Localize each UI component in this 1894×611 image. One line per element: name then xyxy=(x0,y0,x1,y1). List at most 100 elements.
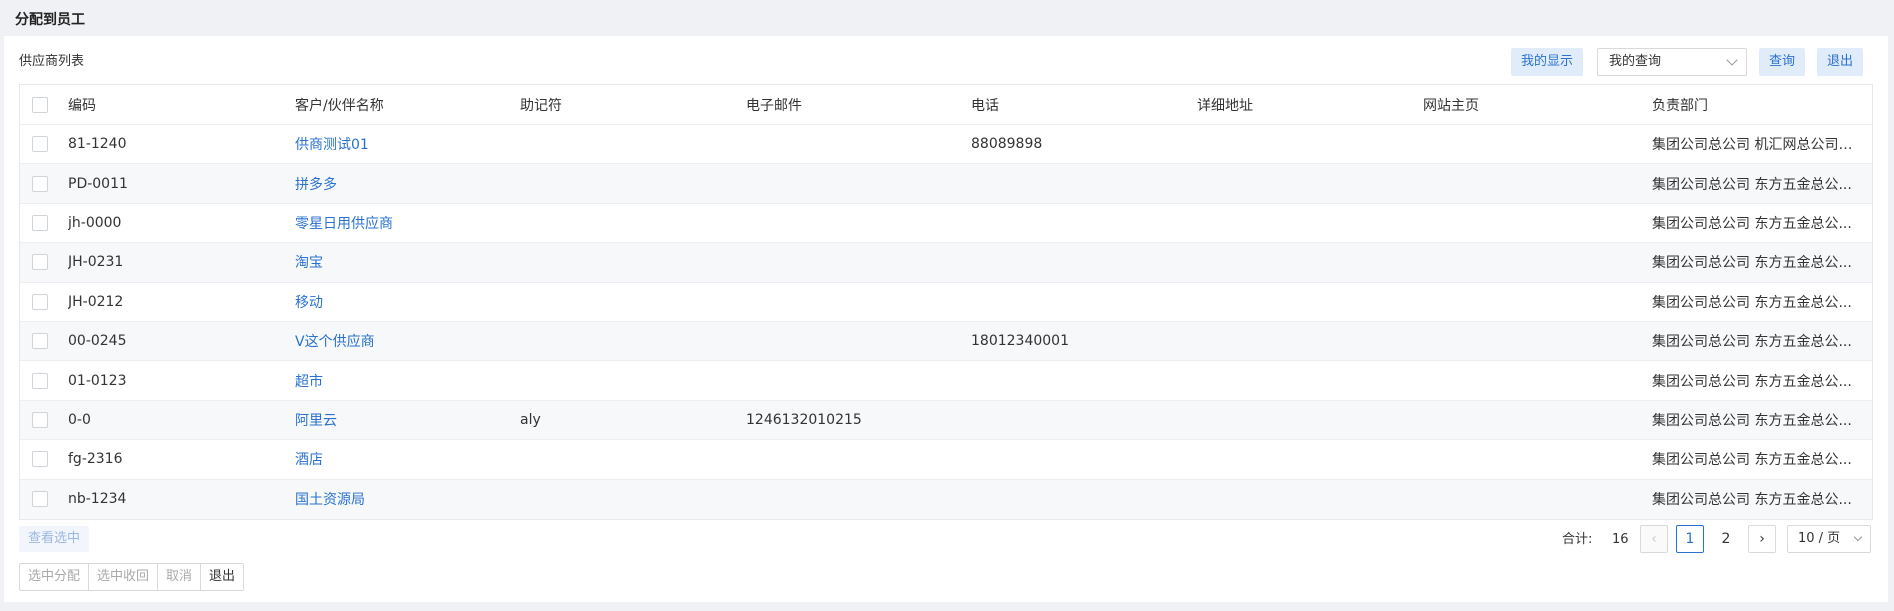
page-size-select[interactable]: 10 / 页 xyxy=(1787,525,1871,553)
cell-department: 集团公司总公司 东方五金总公... xyxy=(1652,440,1854,478)
cell-phone xyxy=(971,283,1181,321)
cell-department: 集团公司总公司 东方五金总公... xyxy=(1652,243,1854,281)
cell-mnemonic xyxy=(520,440,730,478)
page-1[interactable]: 1 xyxy=(1676,525,1704,553)
row-checkbox[interactable] xyxy=(32,136,48,153)
cell-department: 集团公司总公司 东方五金总公... xyxy=(1652,164,1854,202)
department-text: 集团公司总公司 机汇网总公司 ... xyxy=(1652,137,1854,154)
cell-website xyxy=(1423,322,1633,360)
chevron-down-icon xyxy=(1853,532,1863,542)
department-text: 集团公司总公司 东方五金总公... xyxy=(1652,334,1852,351)
table-row[interactable]: PD-0011 拼多多 集团公司总公司 东方五金总公... xyxy=(20,164,1872,204)
cell-mnemonic xyxy=(520,322,730,360)
cancel-button[interactable]: 取消 xyxy=(158,564,202,590)
table-row[interactable]: 01-0123 超市 集团公司总公司 东方五金总公... xyxy=(20,361,1872,401)
select-all-checkbox[interactable] xyxy=(32,96,48,113)
row-checkbox[interactable] xyxy=(32,293,48,310)
cell-department: 集团公司总公司 东方五金总公... xyxy=(1652,361,1854,399)
cell-email xyxy=(746,243,956,281)
page-size-value: 10 / 页 xyxy=(1798,531,1841,546)
row-checkbox[interactable] xyxy=(32,333,48,350)
supplier-table: 编码 客户/伙伴名称 助记符 电子邮件 电话 详细地址 网站主页 负责部门 81… xyxy=(19,84,1873,520)
header-phone[interactable]: 电话 xyxy=(971,85,1181,124)
view-selected-button[interactable]: 查看选中 xyxy=(19,526,90,552)
cell-phone: 18012340001 xyxy=(971,333,1069,350)
page-2[interactable]: 2 xyxy=(1712,525,1740,553)
header-code[interactable]: 编码 xyxy=(68,85,278,124)
row-checkbox[interactable] xyxy=(32,175,48,192)
cell-phone: 88089898 xyxy=(971,136,1043,153)
cell-code: nb-1234 xyxy=(68,491,127,508)
assign-selected-button[interactable]: 选中分配 xyxy=(20,564,90,590)
cell-code: 01-0123 xyxy=(68,372,127,389)
cell-department: 集团公司总公司 机汇网总公司 ... xyxy=(1652,125,1854,163)
table-row[interactable]: JH-0212 移动 集团公司总公司 东方五金总公... xyxy=(20,283,1872,322)
cell-mnemonic xyxy=(520,361,730,399)
exit-button-top[interactable]: 退出 xyxy=(1817,48,1864,76)
cell-mnemonic xyxy=(520,164,730,202)
header-email[interactable]: 电子邮件 xyxy=(746,85,956,124)
cell-mnemonic: aly xyxy=(520,411,541,428)
cell-code: 0-0 xyxy=(68,411,91,428)
cell-name[interactable]: V这个供应商 xyxy=(295,322,505,360)
cell-email xyxy=(746,322,956,360)
cell-name[interactable]: 酒店 xyxy=(295,440,505,478)
cell-code: PD-0011 xyxy=(68,175,128,192)
cell-phone xyxy=(971,401,1181,439)
department-text: 集团公司总公司 东方五金总公... xyxy=(1652,492,1852,509)
header-address[interactable]: 详细地址 xyxy=(1197,85,1407,124)
header-mnemonic[interactable]: 助记符 xyxy=(520,85,730,124)
cell-mnemonic xyxy=(520,480,730,519)
cell-address xyxy=(1197,440,1407,478)
table-header-row: 编码 客户/伙伴名称 助记符 电子邮件 电话 详细地址 网站主页 负责部门 xyxy=(20,85,1872,125)
table-row[interactable]: JH-0231 淘宝 集团公司总公司 东方五金总公... xyxy=(20,243,1872,283)
cell-name[interactable]: 淘宝 xyxy=(295,243,505,281)
prev-page-icon[interactable]: ‹ xyxy=(1640,525,1668,553)
table-row[interactable]: 81-1240 供商测试01 88089898 集团公司总公司 机汇网总公司 ... xyxy=(20,125,1872,165)
row-checkbox[interactable] xyxy=(32,451,48,468)
cell-email xyxy=(746,440,956,478)
cell-website xyxy=(1423,283,1633,321)
table-row[interactable]: fg-2316 酒店 集团公司总公司 东方五金总公... xyxy=(20,440,1872,480)
action-button-group: 选中分配 选中收回 取消 退出 xyxy=(19,563,245,591)
cell-phone xyxy=(971,164,1181,202)
header-website[interactable]: 网站主页 xyxy=(1423,85,1633,124)
recall-selected-button[interactable]: 选中收回 xyxy=(89,564,159,590)
my-query-select[interactable]: 我的查询 xyxy=(1597,48,1747,76)
table-row[interactable]: nb-1234 国土资源局 集团公司总公司 东方五金总公... xyxy=(20,479,1872,519)
cell-website xyxy=(1423,204,1633,242)
cell-mnemonic xyxy=(520,125,730,163)
cell-name[interactable]: 零星日用供应商 xyxy=(295,204,505,242)
row-checkbox[interactable] xyxy=(32,372,48,389)
cell-department: 集团公司总公司 东方五金总公... xyxy=(1652,480,1854,519)
row-checkbox[interactable] xyxy=(32,254,48,271)
cell-code: JH-0231 xyxy=(68,254,124,271)
cell-code: jh-0000 xyxy=(68,214,122,231)
cell-email xyxy=(746,480,956,519)
cell-name[interactable]: 拼多多 xyxy=(295,164,505,202)
next-page-icon[interactable]: › xyxy=(1748,525,1776,553)
query-button[interactable]: 查询 xyxy=(1759,48,1806,76)
cell-mnemonic xyxy=(520,243,730,281)
row-checkbox[interactable] xyxy=(32,214,48,231)
row-checkbox[interactable] xyxy=(32,411,48,428)
cell-name[interactable]: 供商测试01 xyxy=(295,125,505,163)
cell-name[interactable]: 阿里云 xyxy=(295,401,505,439)
cell-email xyxy=(746,283,956,321)
table-row[interactable]: 00-0245 V这个供应商 18012340001 集团公司总公司 东方五金总公..… xyxy=(20,321,1872,362)
cell-phone xyxy=(971,440,1181,478)
section-title: 供应商列表 xyxy=(19,54,85,69)
table-row[interactable]: 0-0 阿里云 aly 1246132010215 集团公司总公司 东方五金总公... xyxy=(20,400,1872,441)
header-department[interactable]: 负责部门 xyxy=(1652,85,1854,124)
exit-button[interactable]: 退出 xyxy=(201,564,244,590)
department-text: 集团公司总公司 东方五金总公... xyxy=(1652,294,1852,311)
table-row[interactable]: jh-0000 零星日用供应商 集团公司总公司 东方五金总公... xyxy=(20,204,1872,244)
cell-name[interactable]: 移动 xyxy=(295,283,505,321)
row-checkbox[interactable] xyxy=(32,491,48,508)
cell-name[interactable]: 国土资源局 xyxy=(295,480,505,519)
cell-phone xyxy=(971,480,1181,519)
cell-phone xyxy=(971,361,1181,399)
cell-name[interactable]: 超市 xyxy=(295,361,505,399)
header-name[interactable]: 客户/伙伴名称 xyxy=(295,85,505,124)
my-display-button[interactable]: 我的显示 xyxy=(1511,48,1584,76)
